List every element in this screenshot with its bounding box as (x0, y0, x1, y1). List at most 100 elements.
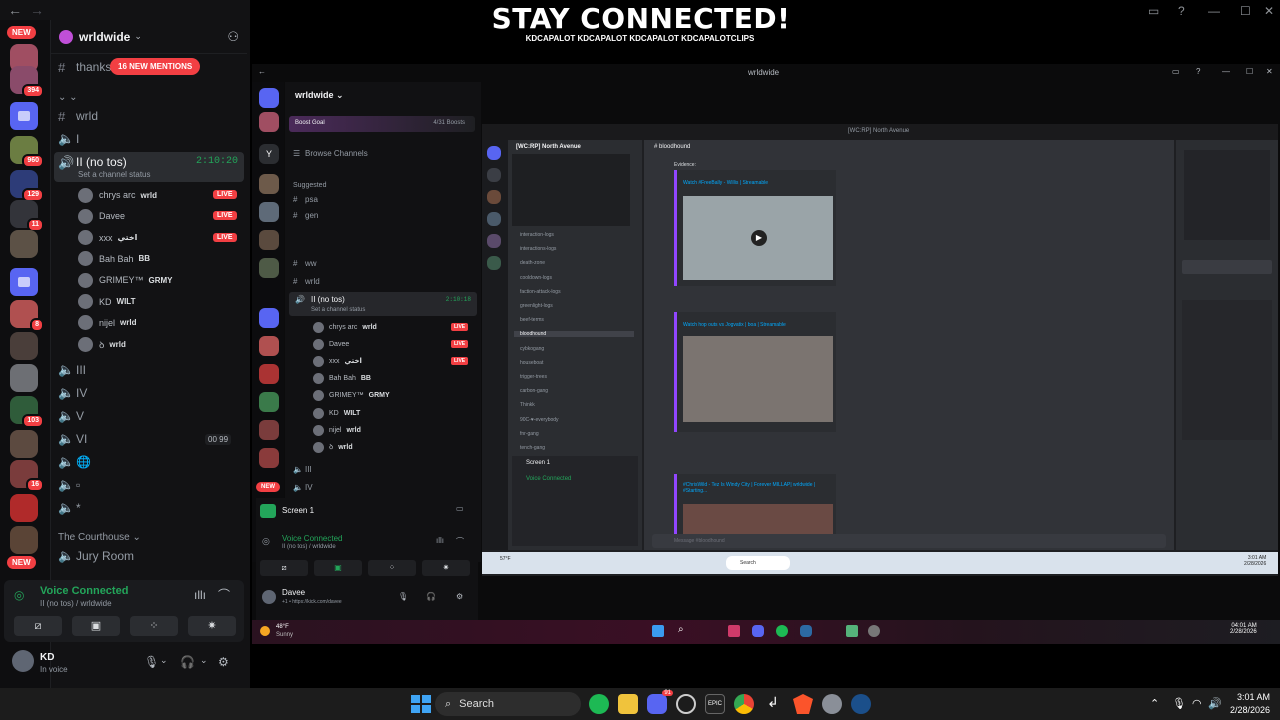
server-icon[interactable] (487, 168, 501, 182)
windows-start-icon[interactable] (652, 625, 664, 637)
voice-channel-star[interactable]: 🔈 * (58, 498, 81, 518)
server-icon[interactable]: 16 (10, 460, 44, 492)
search-icon[interactable]: ⌕ (678, 624, 684, 635)
server-folder-icon[interactable] (10, 102, 38, 130)
chevron-down-icon[interactable]: ⌄ (200, 655, 208, 666)
inner-channel[interactable]: greenlight-logs (520, 303, 553, 309)
video-embed[interactable]: Watch hop outs vs Jogvatix | boa | Strea… (674, 312, 836, 432)
server-folder-icon[interactable] (259, 308, 279, 328)
spotify-icon[interactable] (776, 625, 788, 637)
inner-channel[interactable]: death-zone (520, 260, 545, 266)
popout-icon[interactable]: ▭ (456, 504, 464, 513)
channel-psa[interactable]: # psa (293, 192, 318, 206)
taskbar-search[interactable]: ⌕ Search (435, 692, 581, 716)
embed-title[interactable]: Watch hop outs vs Jogvatix | boa | Strea… (683, 322, 786, 328)
wifi-icon[interactable]: ◠ (1192, 697, 1202, 710)
voice-member[interactable]: GRIMEY™ GRMY (78, 271, 173, 289)
server-icon[interactable] (259, 364, 279, 384)
activities-button[interactable]: ⁘ (130, 616, 178, 636)
inner-channel[interactable]: cooldown-logs (520, 275, 552, 281)
soundboard-button[interactable]: ✷ (422, 560, 470, 576)
voice-member[interactable]: ꝺ wrld (78, 335, 126, 353)
screen-share-button[interactable]: ▣ (314, 560, 362, 576)
headphones-icon[interactable]: 🎧 (180, 655, 195, 669)
inner-channel[interactable]: tench-gang (520, 445, 545, 451)
volume-icon[interactable]: 🔊 (1208, 697, 1222, 710)
voice-channel-iv[interactable]: 🔈 IV (293, 480, 313, 494)
voice-member[interactable]: chrys arc wrld (78, 186, 157, 204)
maximize-icon[interactable]: ☐ (1240, 4, 1251, 18)
voice-channel-v[interactable]: 🔈 V (58, 406, 84, 426)
minimize-icon[interactable]: — (1208, 4, 1220, 18)
server-icon[interactable] (259, 420, 279, 440)
screen-icon[interactable]: ▭ (1148, 4, 1159, 18)
new-unread-pill[interactable]: NEW (256, 482, 280, 492)
back-arrow-icon[interactable]: ← (8, 2, 22, 18)
soundboard-icon[interactable]: ıllı (436, 536, 444, 545)
server-icon[interactable] (487, 146, 501, 160)
video-thumbnail[interactable] (683, 336, 833, 422)
voice-member[interactable]: KD WILT (313, 406, 360, 420)
voice-channel-jury-room[interactable]: 🔈 Jury Room (58, 546, 134, 566)
voice-member[interactable]: KD WILT (78, 293, 135, 311)
voice-member[interactable]: Bah Bah BB (313, 372, 371, 386)
screen-share-button[interactable]: ▣ (72, 616, 120, 636)
message-input[interactable]: Message #bloodhound (652, 534, 1166, 548)
inner-channel[interactable]: interaction-logs (520, 232, 554, 238)
voice-member[interactable]: ꝺ wrld (313, 440, 353, 454)
voice-channel-path[interactable]: II (no tos) / wrldwide (40, 599, 112, 608)
forward-arrow-icon[interactable]: → (30, 2, 44, 18)
server-icon[interactable] (10, 430, 38, 458)
activities-button[interactable]: ⁘ (368, 560, 416, 576)
voice-member[interactable]: nijel wrld (78, 314, 136, 332)
server-icon[interactable] (259, 230, 279, 250)
discord-icon[interactable]: 91 (647, 690, 673, 714)
server-icon[interactable]: 960 (10, 136, 44, 168)
close-icon[interactable]: ✕ (1264, 4, 1274, 18)
embed-title[interactable]: #ChrisWild - Tez Is Windy City | Forever… (683, 482, 833, 494)
chrome-icon[interactable] (734, 694, 754, 714)
microphone-icon[interactable]: 🎙 (1172, 697, 1186, 710)
taskbar-clock[interactable]: 3:01 AM 2/28/2026 (1226, 691, 1270, 717)
server-icon[interactable]: 394 (10, 66, 44, 98)
member-row[interactable] (1182, 260, 1272, 274)
new-unread-pill[interactable]: NEW (7, 26, 36, 39)
voice-channel-flag[interactable]: 🔈 ▫ (58, 475, 80, 495)
inner-search-box[interactable]: Search (726, 556, 790, 570)
browse-channels[interactable]: ☰ Browse Channels (293, 146, 368, 160)
windows-start-icon[interactable] (410, 694, 431, 714)
epic-games-icon[interactable]: EPIC (705, 694, 725, 714)
voice-channel-vi[interactable]: 🔈 VI (58, 429, 87, 449)
inner-channel[interactable]: Thinkk (520, 402, 535, 408)
boost-goal-bar[interactable]: Boost Goal 4/31 Boosts (289, 116, 475, 132)
minimize-icon[interactable]: — (1222, 67, 1230, 76)
channel-thanks[interactable]: # thanks (58, 57, 111, 77)
server-icon[interactable] (259, 448, 279, 468)
app-icon[interactable] (846, 625, 858, 637)
inner-channel[interactable]: beef-terms (520, 317, 544, 323)
server-icon[interactable]: 103 (10, 396, 44, 428)
file-explorer-icon[interactable] (618, 694, 638, 714)
chevron-down-icon[interactable]: ⌄ (160, 655, 168, 666)
voice-channel-globe[interactable]: 🔈 🌐 (58, 452, 91, 472)
maximize-icon[interactable]: ☐ (1246, 67, 1253, 76)
server-icon[interactable] (487, 234, 501, 248)
channel-wrld[interactable]: # wrld (293, 274, 320, 288)
inner-channel[interactable]: houseboat (520, 360, 543, 366)
server-icon[interactable] (259, 174, 279, 194)
invite-icon[interactable]: ⚇ (227, 29, 239, 45)
server-icon[interactable] (487, 212, 501, 226)
channel-wrld[interactable]: # wrld (58, 106, 98, 126)
channel-gen[interactable]: # gen (293, 208, 318, 222)
spotify-icon[interactable] (589, 694, 609, 714)
play-icon[interactable]: ▶ (751, 230, 767, 246)
inner-channel[interactable]: faction-attack-logs (520, 289, 561, 295)
steam-icon[interactable] (800, 625, 812, 637)
inner-channel[interactable]: interactions-logs (520, 246, 556, 252)
chevron-up-icon[interactable]: ⌃ (1150, 697, 1159, 710)
voice-member[interactable]: nijel wrld (313, 423, 361, 437)
video-embed[interactable]: Watch #FreeBally - Willis | Streamable ▶ (674, 170, 836, 286)
soundboard-icon[interactable]: ıllı (194, 588, 206, 602)
server-icon[interactable] (10, 364, 38, 392)
inner-channel[interactable]: bloodhound (514, 331, 634, 338)
